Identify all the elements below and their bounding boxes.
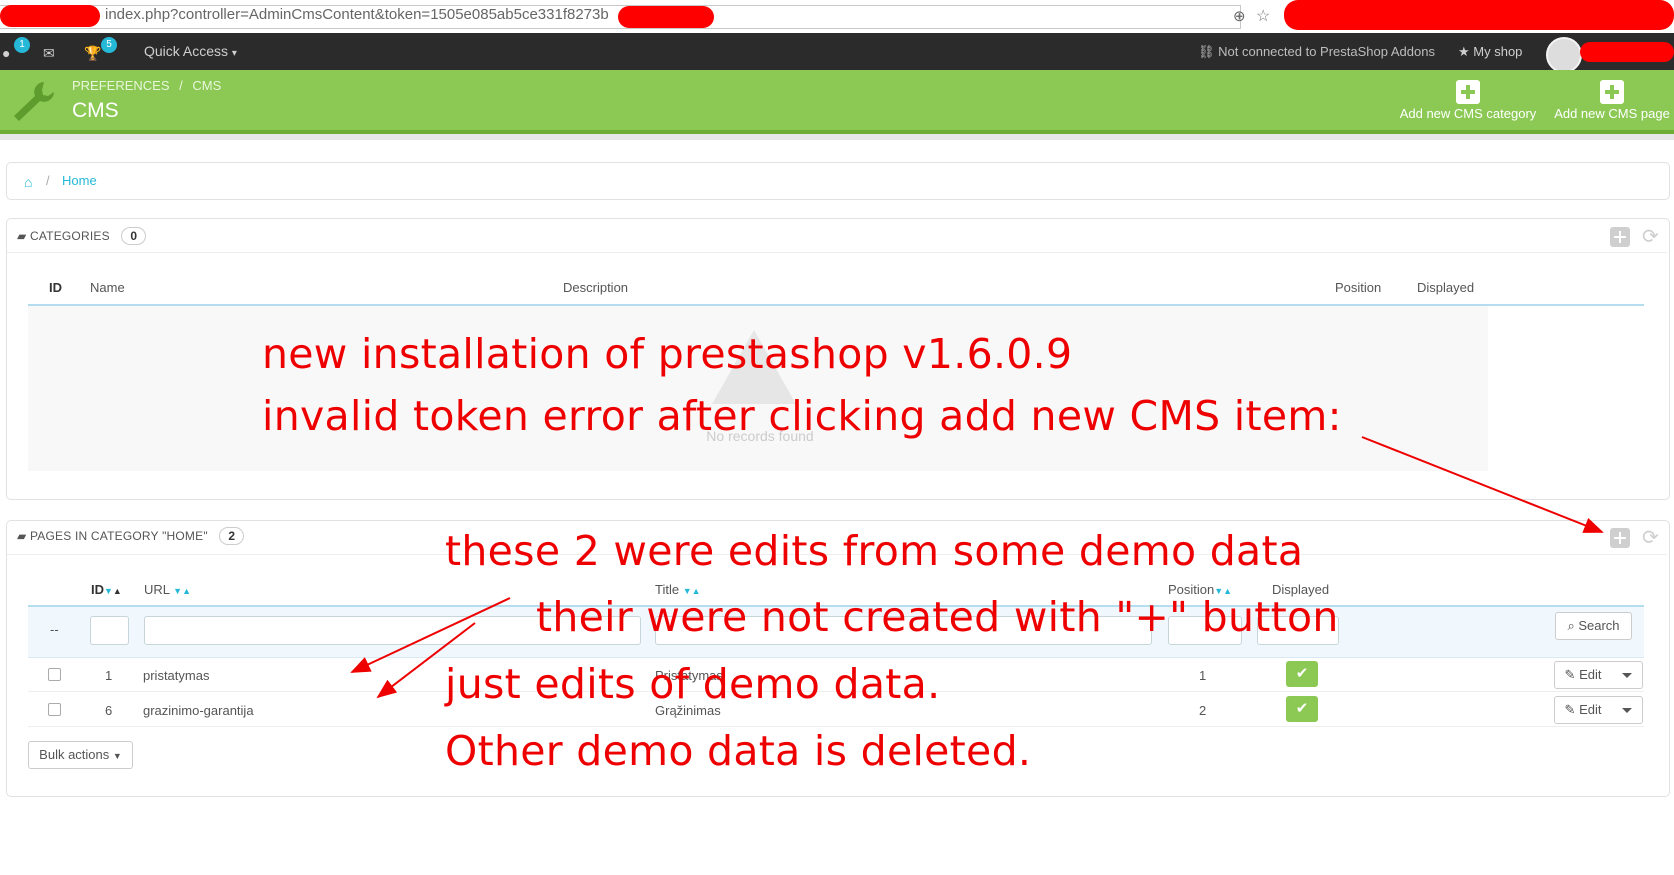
- annotation-arrows: [350, 436, 1604, 699]
- annotation-arrow: [350, 597, 511, 673]
- annotation-arrow: [1361, 436, 1604, 533]
- annotation-arrow: [376, 622, 476, 699]
